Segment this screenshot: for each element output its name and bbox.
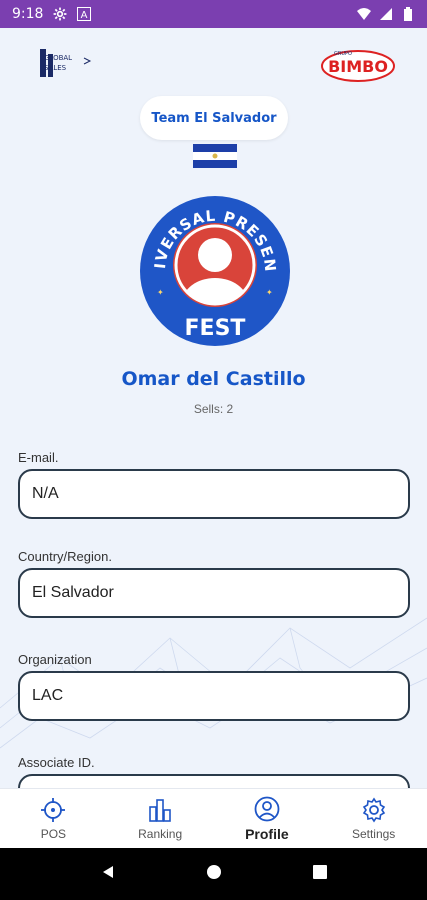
bimbo-text: BIMBO [328, 57, 388, 76]
signal-icon [379, 7, 393, 21]
nav-ranking[interactable]: Ranking [107, 789, 214, 848]
universal-presence-fest-badge: UNIVERSAL PRESENCE FEST ✦ ✦ [139, 195, 290, 346]
sparkle-icon: ✦ [266, 288, 273, 297]
target-icon [41, 797, 66, 822]
country-field[interactable] [18, 568, 410, 618]
organization-field-group: Organization [18, 652, 410, 721]
email-field-group: E-mail. [18, 450, 410, 519]
svg-text:A: A [81, 10, 88, 21]
el-salvador-flag-icon [193, 144, 237, 168]
nav-settings[interactable]: Settings [320, 789, 427, 848]
profile-name: Omar del Castillo [121, 368, 306, 390]
nav-pos-label: POS [40, 826, 67, 841]
app-notification-icon: A [77, 7, 92, 21]
email-label: E-mail. [18, 450, 59, 465]
battery-icon [401, 7, 415, 21]
country-label: Country/Region. [18, 549, 112, 564]
nav-profile-label: Profile [245, 825, 289, 842]
profile-screen: GLOBAL SALES GRUPO BIMBO Team El Salvador… [0, 28, 427, 848]
sells-count: Sells: 2 [193, 402, 234, 416]
organization-field[interactable] [18, 671, 410, 721]
bimbo-logo: GRUPO BIMBO [321, 50, 395, 82]
system-navigation-bar [0, 848, 427, 900]
nav-pos[interactable]: POS [0, 789, 107, 848]
nav-ranking-label: Ranking [138, 826, 183, 841]
back-icon[interactable] [100, 864, 116, 884]
badge-bottom-text: FEST [185, 316, 246, 341]
gear-icon [53, 7, 67, 21]
associate-id-label: Associate ID. [18, 755, 95, 770]
bottom-navigation: POS Ranking Profile Settings [0, 788, 427, 848]
wifi-icon [357, 7, 371, 21]
country-field-group: Country/Region. [18, 549, 410, 618]
user-circle-icon [254, 796, 280, 821]
team-badge: Team El Salvador [140, 96, 288, 140]
nav-profile[interactable]: Profile [214, 789, 321, 848]
gear-icon [362, 797, 385, 822]
nav-settings-label: Settings [351, 826, 396, 841]
status-time: 9:18 [12, 6, 44, 22]
global-sales-logo: GLOBAL SALES [40, 49, 92, 77]
status-bar: 9:18 A [0, 0, 427, 28]
organization-label: Organization [18, 652, 92, 667]
sparkle-icon: ✦ [157, 288, 164, 297]
email-field[interactable] [18, 469, 410, 519]
buildings-icon [149, 798, 171, 822]
recents-icon[interactable] [312, 864, 328, 884]
home-icon[interactable] [206, 864, 222, 884]
